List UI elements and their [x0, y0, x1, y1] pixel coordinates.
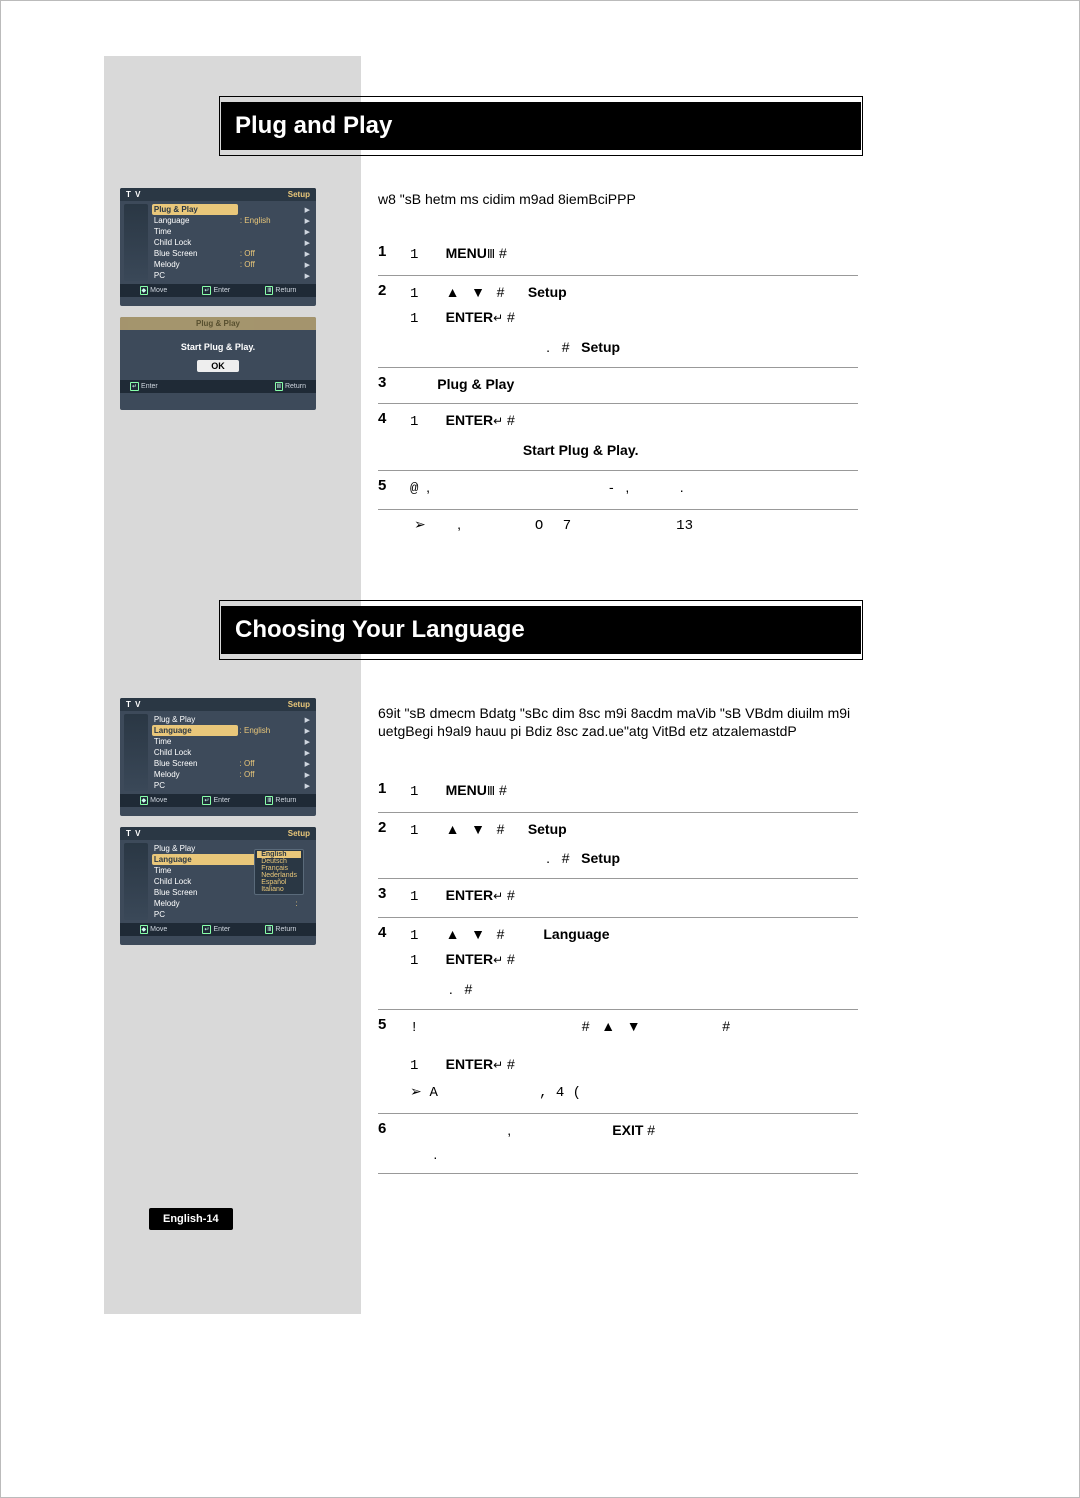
page-number: English-14	[149, 1208, 233, 1230]
osd-ok-button: OK	[197, 360, 239, 372]
intro-text-1: w8 "sB hetm ms cidim m9ad 8iemBciPPP	[378, 190, 858, 208]
footnote-arrow-1: ➢ , O 7 13	[378, 510, 858, 542]
osd-setup-plugplay: T VSetup Plug & Play▶Language: English▶T…	[120, 188, 316, 306]
page: Plug and Play T VSetup Plug & Play▶Langu…	[0, 0, 1080, 1498]
intro-text-2: 69it "sB dmecm Bdatg "sBc dim 8sc m9i 8a…	[378, 704, 868, 740]
osd-plugplay-dialog: Plug & Play Start Plug & Play. OK ↵Enter…	[120, 317, 316, 410]
section-title-plug-and-play: Plug and Play	[221, 102, 861, 150]
steps-plug-and-play: 1 1 MENUⅢ # 2 1 ▲ ▼ # Setup 1 ENTER↵ # .…	[378, 237, 858, 542]
steps-choosing-language: 1 1 MENUⅢ # 2 1 ▲ ▼ # Setup . # Setup 3 …	[378, 774, 858, 1174]
section-title-choosing-language: Choosing Your Language	[221, 606, 861, 654]
osd-setup-language: T VSetup Plug & Play▶Language: English▶T…	[120, 698, 316, 816]
osd-language-dropdown: T VSetup Plug & PlayLanguage:TimeChild L…	[120, 827, 316, 945]
